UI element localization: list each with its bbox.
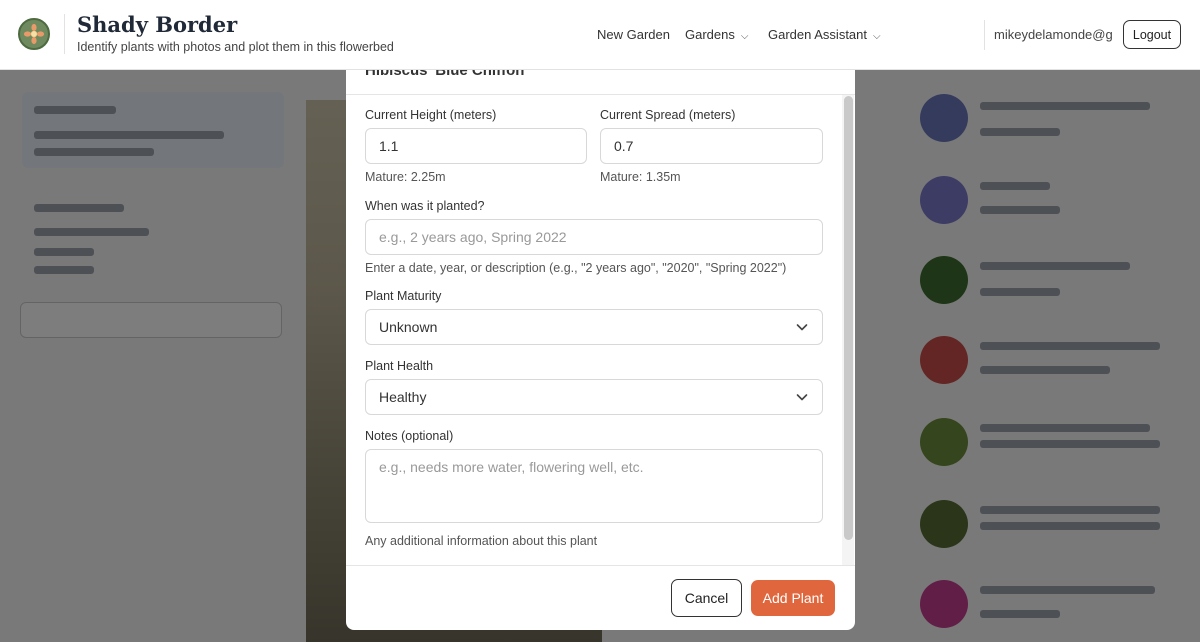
height-mature-hint: Mature: 2.25m	[365, 170, 446, 184]
spread-label: Current Spread (meters)	[600, 108, 736, 122]
chevron-down-icon: ⌵	[740, 31, 749, 42]
cancel-button[interactable]: Cancel	[671, 579, 742, 617]
spread-input[interactable]	[600, 128, 823, 164]
nav-gardens-label: Gardens	[685, 27, 735, 42]
health-selected-value: Healthy	[379, 389, 427, 405]
maturity-select[interactable]: Unknown	[365, 309, 823, 345]
chevron-down-icon: ⌵	[873, 31, 881, 42]
user-email[interactable]: mikeydelamonde@g...	[994, 27, 1112, 42]
height-input[interactable]	[365, 128, 587, 164]
notes-textarea[interactable]	[365, 449, 823, 523]
notes-hint: Any additional information about this pl…	[365, 534, 598, 548]
maturity-selected-value: Unknown	[379, 319, 438, 335]
garden-subtitle: Identify plants with photos and plot the…	[77, 40, 394, 54]
maturity-label: Plant Maturity	[365, 289, 442, 303]
app-logo-icon[interactable]	[18, 18, 50, 50]
planted-hint: Enter a date, year, or description (e.g.…	[365, 261, 787, 275]
planted-label: When was it planted?	[365, 199, 485, 213]
nav-garden-assistant-label: Garden Assistant	[768, 27, 867, 42]
height-label: Current Height (meters)	[365, 108, 497, 122]
nav-divider	[984, 20, 985, 50]
brand-divider	[64, 14, 65, 54]
notes-label: Notes (optional)	[365, 429, 454, 443]
garden-title: Shady Border	[77, 12, 238, 37]
spread-mature-hint: Mature: 1.35m	[600, 170, 681, 184]
nav-new-garden[interactable]: New Garden	[597, 27, 670, 42]
nav-gardens-dropdown[interactable]: Gardens ⌵	[685, 27, 748, 42]
flower-icon	[23, 23, 45, 45]
logout-button[interactable]: Logout	[1123, 20, 1181, 49]
health-select[interactable]: Healthy	[365, 379, 823, 415]
add-plant-button[interactable]: Add Plant	[751, 580, 835, 616]
chevron-down-icon	[796, 394, 808, 401]
modal-scrollbar-thumb[interactable]	[844, 96, 853, 540]
nav-garden-assistant-dropdown[interactable]: Garden Assistant ⌵	[768, 27, 881, 42]
planted-input[interactable]	[365, 219, 823, 255]
modal-footer-divider	[346, 565, 855, 566]
modal-header-divider	[346, 94, 855, 95]
app-header: Shady Border Identify plants with photos…	[0, 0, 1200, 70]
chevron-down-icon	[796, 324, 808, 331]
health-label: Plant Health	[365, 359, 434, 373]
